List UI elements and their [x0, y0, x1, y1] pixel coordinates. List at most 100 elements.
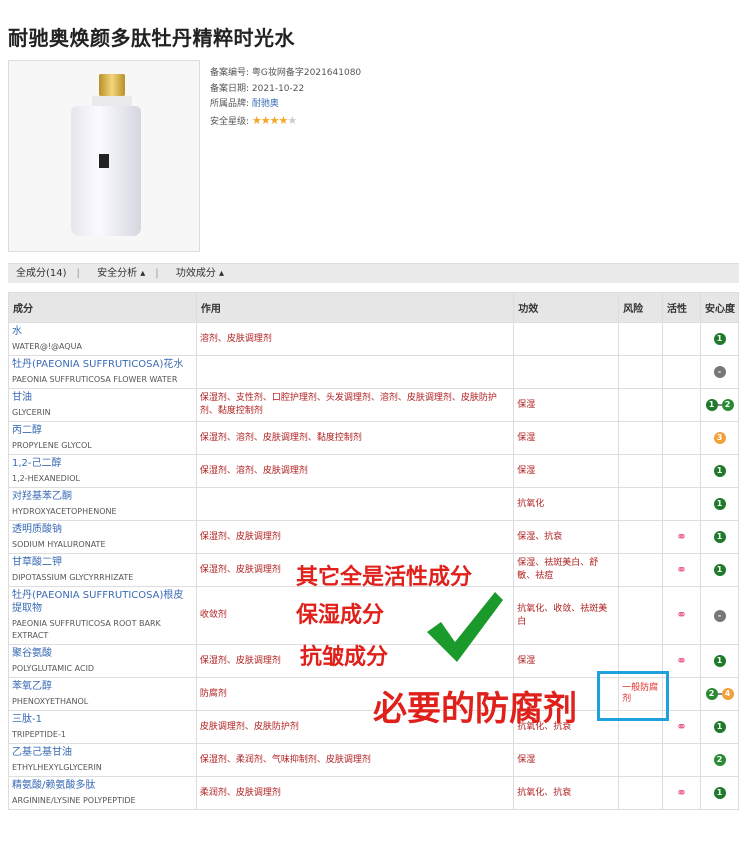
ingredient-name-link[interactable]: 乙基己基甘油 [12, 746, 193, 759]
ingredient-en-name: PAEONIA SUFFRUTICOSA FLOWER WATER [12, 375, 178, 384]
ingredient-cell: 聚谷氨酸 POLYGLUTAMIC ACID [8, 644, 197, 678]
ingredient-en-name: HYDROXYACETOPHENONE [12, 507, 117, 516]
safety-cell: 1 [700, 454, 739, 488]
effect-text: 保湿 [517, 754, 536, 765]
function-cell: 柔润剂、皮肤调理剂 [195, 776, 515, 810]
col-active: 活性 [662, 292, 701, 323]
annotation-antiwrinkle: 抗皱成分 [300, 644, 389, 670]
ingredient-table: 成分 作用 功效 风险 活性 安心度 水 WATER@!@AQUA 溶剂、皮肤调… [8, 292, 739, 810]
highlight-box [597, 671, 669, 721]
ingredient-cell: 透明质酸钠 SODIUM HYALURONATE [8, 520, 197, 554]
checkmark-icon [427, 592, 503, 662]
risk-cell [618, 487, 664, 521]
active-molecule-icon[interactable]: ⚭ [676, 786, 687, 801]
ingredient-name-link[interactable]: 水 [12, 325, 193, 338]
active-molecule-icon[interactable]: ⚭ [676, 608, 687, 623]
active-cell: ⚭ [662, 520, 701, 554]
active-cell [662, 421, 701, 455]
ingredient-name-link[interactable]: 牡丹(PAEONIA SUFFRUTICOSA)根皮提取物 [12, 589, 193, 615]
function-text: 保湿剂、溶剂、皮肤调理剂 [199, 465, 308, 476]
ingredient-cell: 三肽-1 TRIPEPTIDE-1 [8, 710, 197, 744]
safety-cell: 3 [700, 421, 739, 455]
product-title: 耐驰奥焕颜多肽牡丹精粹时光水 [8, 26, 295, 50]
ingredient-name-link[interactable]: 苯氧乙醇 [12, 680, 193, 693]
active-molecule-icon[interactable]: ⚭ [676, 563, 687, 578]
ingredient-en-name: SODIUM HYALURONATE [12, 540, 106, 549]
ingredient-name-link[interactable]: 三肽-1 [12, 713, 193, 726]
ingredient-cell: 乙基己基甘油 ETHYLHEXYLGLYCERIN [8, 743, 197, 777]
safety-score-badge: 1 [713, 564, 726, 576]
ingredient-name-link[interactable]: 甘油 [12, 391, 193, 404]
safety-cell: - [700, 586, 739, 645]
annotation-preservative: 必要的防腐剂 [373, 689, 577, 729]
ingredient-name-link[interactable]: 甘草酸二钾 [12, 556, 193, 569]
ingredient-en-name: ETHYLHEXYLGLYCERIN [12, 763, 102, 772]
active-cell [662, 355, 701, 389]
ingredient-name-link[interactable]: 透明质酸钠 [12, 523, 193, 536]
function-cell: 保湿剂、柔润剂、气味抑制剂、皮肤调理剂 [195, 743, 515, 777]
risk-cell [618, 520, 664, 554]
ingredient-en-name: 1,2-HEXANEDIOL [12, 474, 80, 483]
risk-cell [618, 421, 664, 455]
col-risk: 风险 [618, 292, 664, 323]
active-cell [662, 388, 701, 422]
safety-score-badge: 1 [713, 531, 726, 543]
ingredient-en-name: PHENOXYETHANOL [12, 697, 89, 706]
safety-score-badge: 2 [705, 688, 718, 700]
table-row: 水 WATER@!@AQUA 溶剂、皮肤调理剂 1 [8, 322, 739, 356]
range-dash [717, 692, 722, 695]
ingredient-name-link[interactable]: 对羟基苯乙酮 [12, 490, 193, 503]
col-effect: 功效 [513, 292, 620, 323]
table-row: 对羟基苯乙酮 HYDROXYACETOPHENONE 抗氧化 1 [8, 487, 739, 521]
ingredient-name-link[interactable]: 丙二醇 [12, 424, 193, 437]
safety-score-badge: - [713, 609, 726, 622]
tab-safety-analysis[interactable]: 安全分析 ▴ [97, 268, 145, 279]
function-text: 保湿剂、皮肤调理剂 [199, 531, 281, 542]
safety-score-badge: 3 [713, 432, 726, 444]
risk-cell [618, 743, 664, 777]
tab-all-ingredients[interactable]: 全成分(14) [16, 268, 67, 279]
ingredient-name-link[interactable]: 1,2-己二醇 [12, 457, 193, 470]
effect-text: 抗氧化、抗衰 [517, 787, 572, 798]
table-row: 牡丹(PAEONIA SUFFRUTICOSA)花水 PAEONIA SUFFR… [8, 355, 739, 389]
ingredient-en-name: ARGININE/LYSINE POLYPEPTIDE [12, 796, 136, 805]
risk-cell [618, 355, 664, 389]
active-cell: ⚭ [662, 586, 701, 645]
ingredient-name-link[interactable]: 精氨酸/赖氨酸多肽 [12, 779, 193, 792]
ingredient-en-name: DIPOTASSIUM GLYCYRRHIZATE [12, 573, 134, 582]
ingredient-en-name: TRIPEPTIDE-1 [12, 730, 66, 739]
active-molecule-icon[interactable]: ⚭ [676, 530, 687, 545]
product-image [8, 60, 200, 252]
risk-cell [618, 322, 664, 356]
active-molecule-icon[interactable]: ⚭ [676, 654, 687, 669]
function-cell: 溶剂、皮肤调理剂 [195, 322, 515, 356]
active-cell: ⚭ [662, 776, 701, 810]
ingredient-cell: 甘油 GLYCERIN [8, 388, 197, 422]
effect-text: 保湿、祛斑美白、舒敏、祛痘 [517, 558, 599, 581]
safety-score-badge: 1 [713, 787, 726, 799]
function-cell [195, 487, 515, 521]
tab-efficacy[interactable]: 功效成分 ▴ [176, 268, 224, 279]
effect-cell: 抗氧化 [513, 487, 620, 521]
ingredient-cell: 牡丹(PAEONIA SUFFRUTICOSA)根皮提取物 PAEONIA SU… [8, 586, 197, 645]
table-row: 丙二醇 PROPYLENE GLYCOL 保湿剂、溶剂、皮肤调理剂、黏度控制剂 … [8, 421, 739, 455]
function-cell: 保湿剂、皮肤调理剂 [195, 520, 515, 554]
safety-cell: 12 [700, 388, 739, 422]
effect-cell: 抗氧化、抗衰 [513, 776, 620, 810]
col-ingredient: 成分 [8, 292, 197, 323]
ingredient-name-link[interactable]: 牡丹(PAEONIA SUFFRUTICOSA)花水 [12, 358, 193, 371]
safety-score-badge: 2 [721, 399, 734, 411]
safety-score-badge: 4 [721, 688, 734, 700]
product-meta: 备案编号: 粤G妆网备字2021641080 备案日期: 2021-10-22 … [210, 66, 361, 128]
ingredient-cell: 1,2-己二醇 1,2-HEXANEDIOL [8, 454, 197, 488]
function-cell: 保湿剂、溶剂、皮肤调理剂 [195, 454, 515, 488]
function-text: 保湿剂、支性剂、口腔护理剂、头发调理剂、溶剂、皮肤调理剂、皮肤防护剂、黏度控制剂 [199, 393, 497, 416]
safety-cell: 24 [700, 677, 739, 711]
effect-cell [513, 322, 620, 356]
effect-cell: 保湿、抗衰 [513, 520, 620, 554]
brand-link[interactable]: 耐驰奥 [252, 99, 279, 109]
record-no: 粤G妆网备字2021641080 [251, 68, 362, 78]
ingredient-name-link[interactable]: 聚谷氨酸 [12, 647, 193, 660]
effect-cell: 保湿 [513, 388, 620, 422]
active-molecule-icon[interactable]: ⚭ [676, 720, 687, 735]
